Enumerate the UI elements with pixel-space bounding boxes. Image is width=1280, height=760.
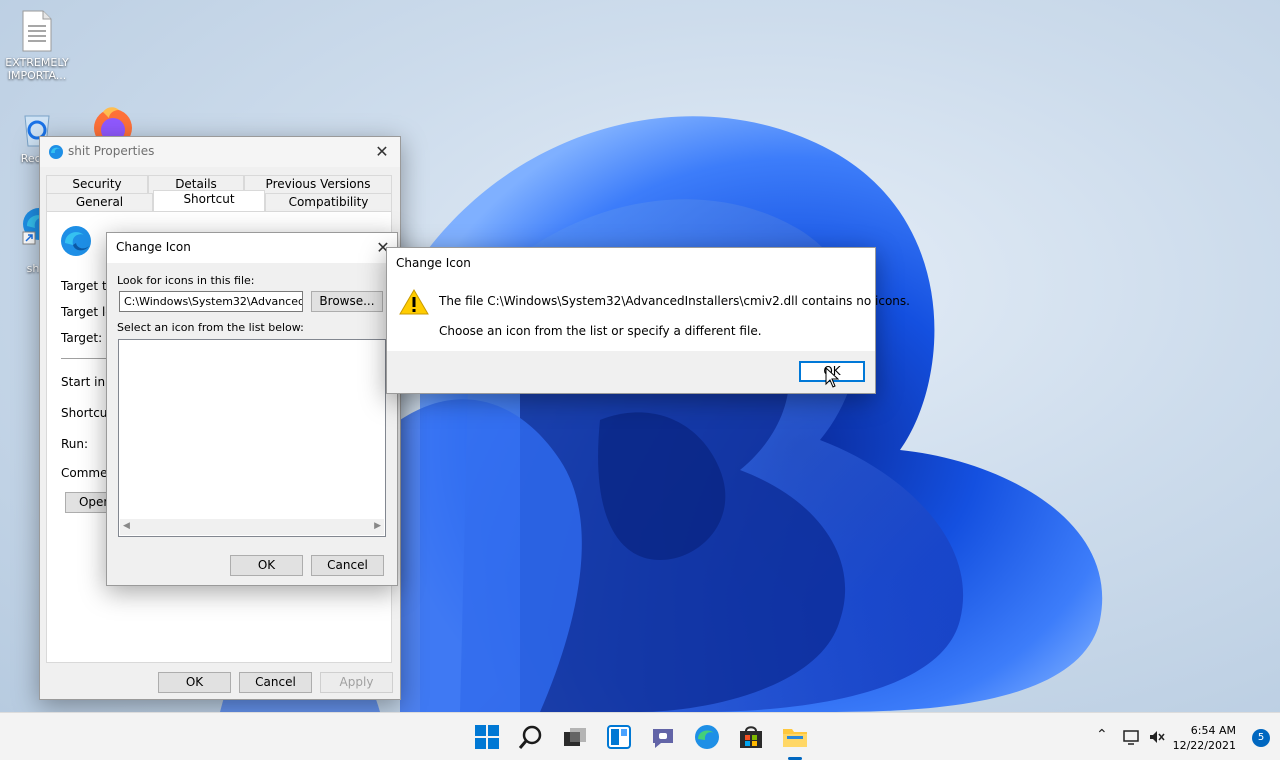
- no-icons-message-box: Change Icon The file C:\Windows\System32…: [386, 247, 910, 394]
- message-line-1: The file C:\Windows\System32\AdvancedIns…: [439, 294, 910, 308]
- message-footer: OK: [387, 351, 875, 393]
- tab-compatibility[interactable]: Compatibility: [265, 193, 392, 211]
- mouse-cursor-icon: [825, 367, 839, 388]
- task-view-icon[interactable]: [561, 723, 589, 751]
- apply-button[interactable]: Apply: [320, 672, 393, 693]
- window-title: Change Icon: [396, 256, 471, 270]
- start-in-label: Start in:: [61, 375, 110, 389]
- edge-icon[interactable]: [693, 723, 721, 751]
- tab-previous-versions[interactable]: Previous Versions: [244, 175, 392, 193]
- desktop-icon-label: sh: [26, 262, 40, 275]
- tab-general[interactable]: General: [46, 193, 153, 211]
- desktop-icon-extremely-important[interactable]: EXTREMELY IMPORTA...: [0, 10, 74, 82]
- edge-icon: [49, 145, 63, 159]
- date: 12/22/2021: [1172, 739, 1236, 752]
- store-icon[interactable]: [737, 723, 765, 751]
- edge-icon: [61, 226, 91, 256]
- clock[interactable]: 6:54 AM 12/22/2021: [1173, 723, 1236, 753]
- time: 6:54 AM: [1190, 724, 1236, 737]
- network-icon[interactable]: [1122, 728, 1140, 746]
- close-button[interactable]: ✕: [370, 141, 394, 163]
- window-title: Change Icon: [116, 240, 191, 254]
- change-icon-titlebar[interactable]: Change Icon ✕: [107, 233, 397, 263]
- properties-titlebar[interactable]: shit Properties ✕: [40, 137, 400, 167]
- icon-list[interactable]: ◀ ▶: [118, 339, 386, 537]
- file-explorer-icon[interactable]: [781, 723, 809, 751]
- notification-badge[interactable]: 5: [1252, 729, 1270, 747]
- taskbar: ⌃ 6:54 AM 12/22/2021 5: [0, 712, 1280, 760]
- message-line-2: Choose an icon from the list or specify …: [439, 324, 762, 338]
- cancel-button[interactable]: Cancel: [311, 555, 384, 576]
- scroll-right-icon[interactable]: ▶: [374, 521, 381, 531]
- window-title: shit Properties: [68, 144, 155, 158]
- change-icon-window: Change Icon ✕ Look for icons in this fil…: [106, 232, 398, 586]
- browse-button[interactable]: Browse...: [311, 291, 383, 312]
- select-icon-label: Select an icon from the list below:: [117, 321, 304, 334]
- warning-icon: [399, 289, 429, 315]
- search-icon[interactable]: [517, 723, 545, 751]
- icon-file-path-input[interactable]: C:\Windows\System32\AdvancedIns: [119, 291, 303, 312]
- chat-icon[interactable]: [649, 723, 677, 751]
- scroll-left-icon[interactable]: ◀: [123, 521, 130, 531]
- widgets-icon[interactable]: [605, 723, 633, 751]
- start-icon[interactable]: [473, 723, 501, 751]
- tab-security[interactable]: Security: [46, 175, 148, 193]
- target-label: Target:: [61, 331, 103, 345]
- look-for-icons-label: Look for icons in this file:: [117, 274, 255, 287]
- horizontal-scrollbar[interactable]: ◀ ▶: [120, 519, 384, 535]
- show-hidden-icons-icon[interactable]: ⌃: [1096, 727, 1108, 743]
- ok-button[interactable]: OK: [230, 555, 303, 576]
- text-file-icon: [22, 10, 52, 52]
- cancel-button[interactable]: Cancel: [239, 672, 312, 693]
- run-label: Run:: [61, 437, 89, 451]
- volume-muted-icon[interactable]: [1148, 728, 1166, 746]
- tab-shortcut[interactable]: Shortcut: [153, 190, 265, 211]
- desktop-icon-label: EXTREMELY IMPORTA...: [5, 56, 69, 82]
- ok-button[interactable]: OK: [158, 672, 231, 693]
